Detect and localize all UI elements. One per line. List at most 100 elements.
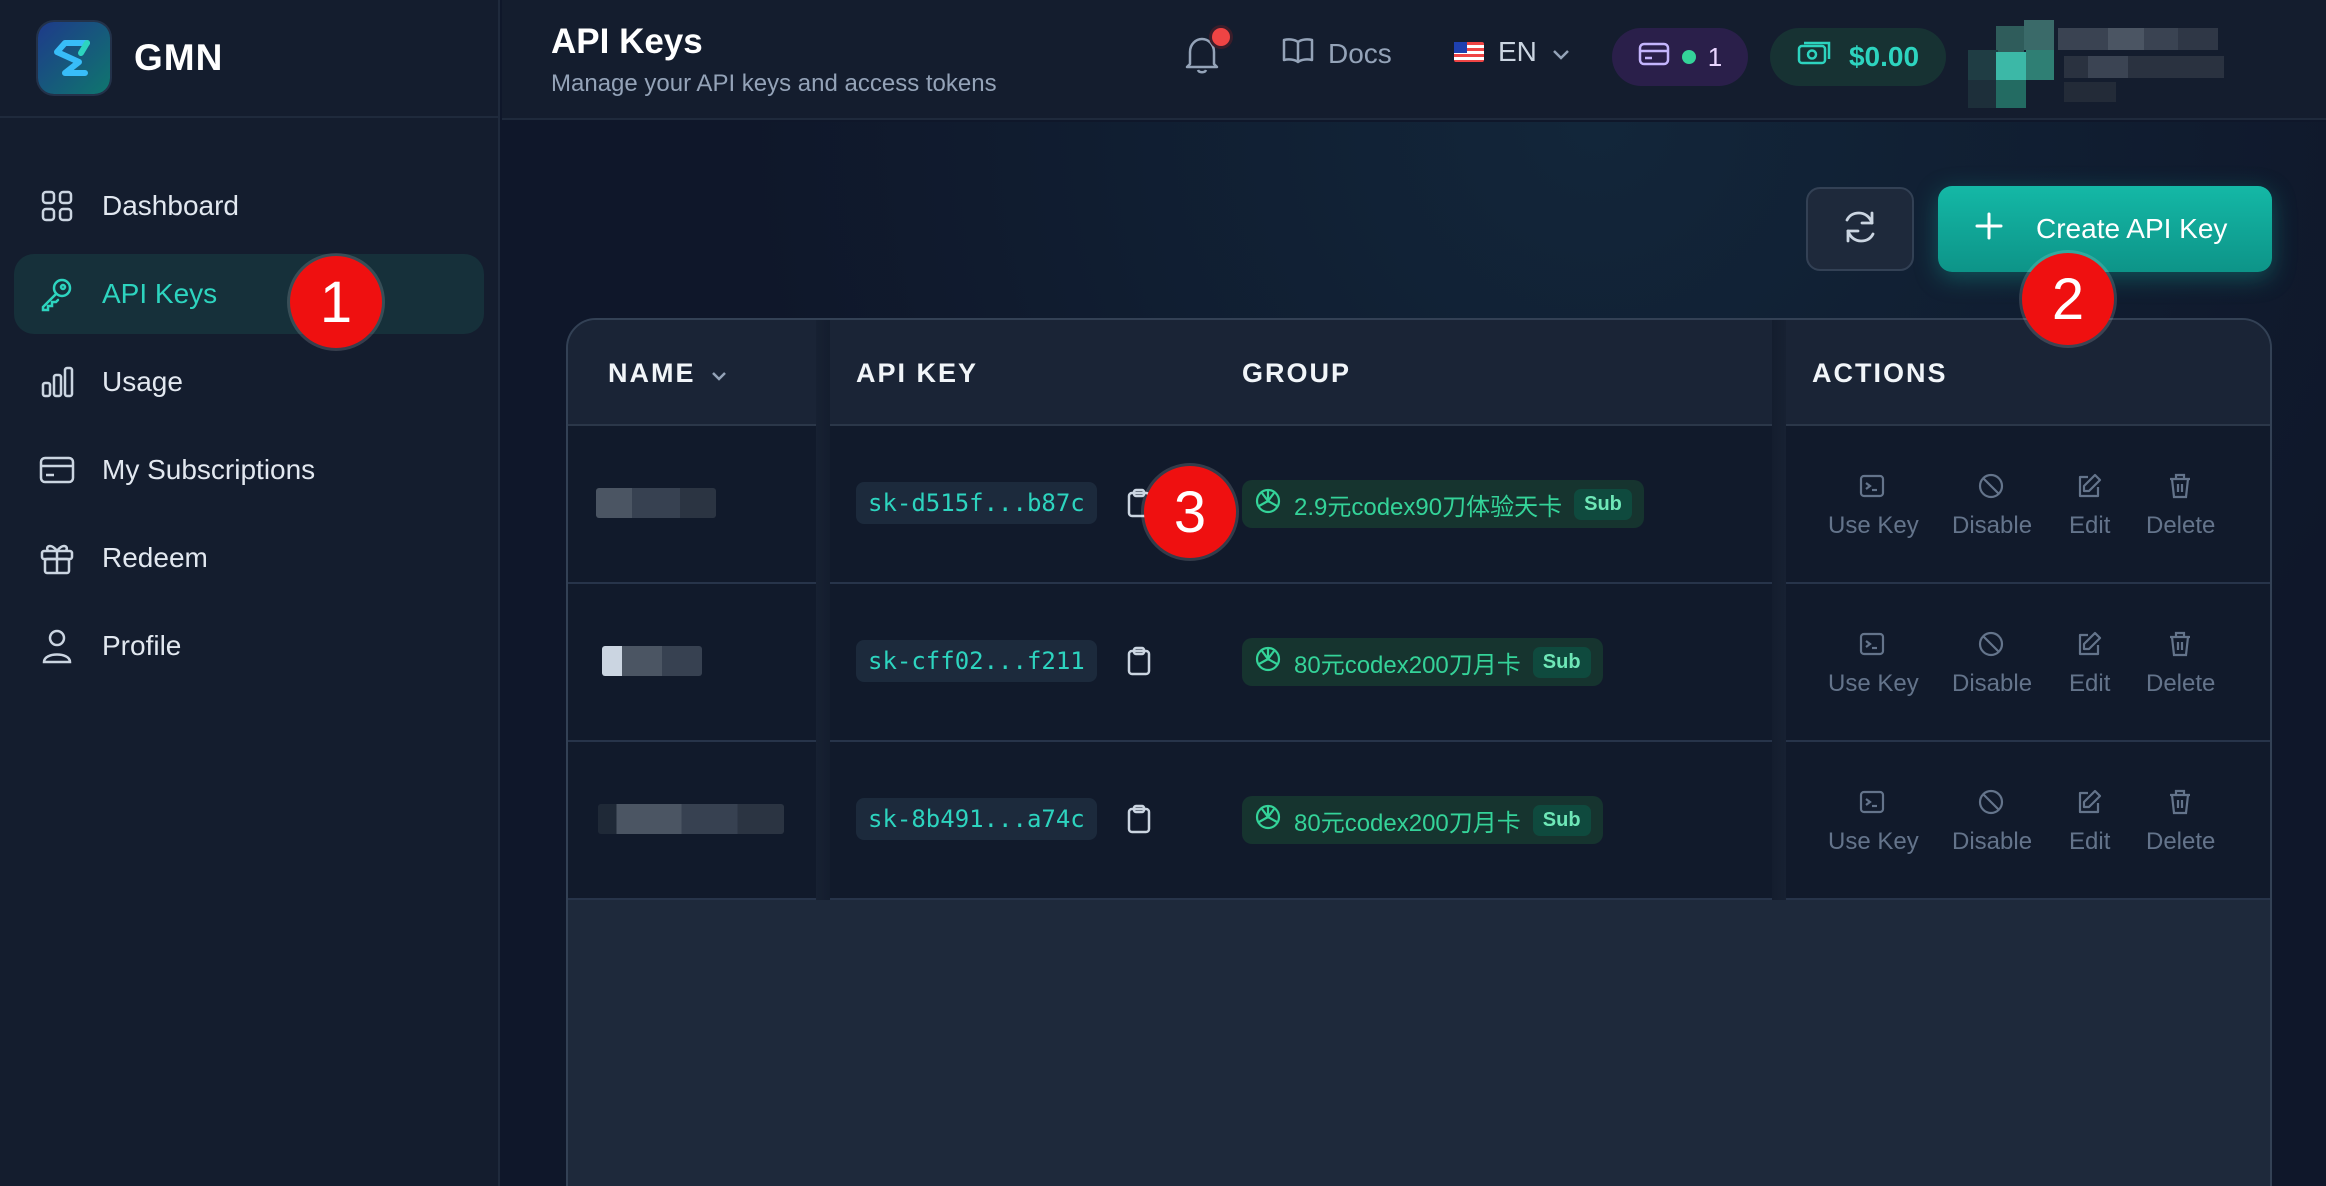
chevron-down-icon xyxy=(710,358,728,389)
sub-badge: Sub xyxy=(1574,488,1632,520)
use-key-action[interactable]: Use Key xyxy=(1828,472,1919,540)
disable-action[interactable]: Disable xyxy=(1952,788,2032,856)
use-key-action[interactable]: Use Key xyxy=(1828,788,1919,856)
edit-action[interactable]: Edit xyxy=(2069,788,2110,856)
group-name: 2.9元codex90刀体验天卡 xyxy=(1294,493,1563,521)
subscription-pill[interactable]: 1 xyxy=(1612,28,1748,86)
step-marker-2: 2 xyxy=(2022,253,2114,345)
grid-icon xyxy=(38,187,76,225)
create-api-key-button[interactable]: Create API Key xyxy=(1938,186,2272,272)
ban-icon xyxy=(1977,788,2007,818)
key-name-redacted xyxy=(596,488,716,518)
api-keys-table: NAME API KEY GROUP ACTIONS sk-d515f...b8… xyxy=(566,318,2272,1186)
plus-icon xyxy=(1974,211,2004,248)
terminal-icon xyxy=(1858,788,1888,818)
api-key-value: sk-d515f...b87c xyxy=(856,482,1097,524)
column-divider xyxy=(816,320,830,900)
delete-action[interactable]: Delete xyxy=(2146,472,2215,540)
sidebar-item-usage[interactable]: Usage xyxy=(14,342,484,422)
use-key-label: Use Key xyxy=(1828,670,1919,697)
use-key-action[interactable]: Use Key xyxy=(1828,630,1919,698)
use-key-label: Use Key xyxy=(1828,828,1919,855)
brand-name: GMN xyxy=(134,37,224,78)
chevron-down-icon xyxy=(1551,36,1571,68)
docs-label: Docs xyxy=(1328,37,1392,69)
terminal-icon xyxy=(1858,630,1888,660)
column-header-name[interactable]: NAME xyxy=(608,358,728,389)
trash-icon xyxy=(2166,788,2196,818)
refresh-icon xyxy=(1841,208,1879,251)
cash-icon xyxy=(1797,41,1831,74)
sidebar-item-profile[interactable]: Profile xyxy=(14,606,484,686)
edit-action[interactable]: Edit xyxy=(2069,472,2110,540)
column-header-group: GROUP xyxy=(1242,358,1352,388)
terminal-icon xyxy=(1858,472,1888,502)
key-name-redacted xyxy=(602,646,702,676)
sidebar-item-label: Dashboard xyxy=(102,190,239,221)
key-name-redacted xyxy=(598,804,784,834)
edit-icon xyxy=(2075,472,2105,502)
page-subtitle: Manage your API keys and access tokens xyxy=(551,70,997,97)
clipboard-icon[interactable] xyxy=(1126,646,1156,678)
sidebar-item-redeem[interactable]: Redeem xyxy=(14,518,484,598)
delete-action[interactable]: Delete xyxy=(2146,788,2215,856)
book-icon xyxy=(1282,36,1314,71)
user-avatar[interactable] xyxy=(1968,20,2258,112)
balance-pill[interactable]: $0.00 xyxy=(1770,28,1946,86)
sidebar-item-label: Profile xyxy=(102,630,182,661)
table-empty-area xyxy=(568,900,2270,1186)
subscription-count: 1 xyxy=(1707,41,1723,72)
notification-bell-icon[interactable] xyxy=(1184,28,1230,78)
openai-icon xyxy=(1254,645,1282,680)
delete-label: Delete xyxy=(2146,512,2216,539)
column-divider xyxy=(1772,320,1786,900)
group-name: 80元codex200刀月卡 xyxy=(1294,651,1521,679)
api-key-value: sk-8b491...a74c xyxy=(856,798,1097,840)
trash-icon xyxy=(2166,472,2196,502)
sidebar-item-dashboard[interactable]: Dashboard xyxy=(14,166,484,246)
credit-card-icon xyxy=(38,451,76,489)
s-logo-icon xyxy=(38,22,110,94)
sidebar-item-label: My Subscriptions xyxy=(102,454,316,485)
edit-icon xyxy=(2075,630,2105,660)
delete-action[interactable]: Delete xyxy=(2146,630,2215,698)
brand[interactable]: GMN xyxy=(0,0,498,118)
column-header-api-key: API KEY xyxy=(856,358,979,388)
group-chip: 80元codex200刀月卡 Sub xyxy=(1242,638,1603,686)
sidebar-item-label: Usage xyxy=(102,366,183,397)
openai-icon xyxy=(1254,803,1282,838)
user-icon xyxy=(38,627,76,665)
docs-link[interactable]: Docs xyxy=(1282,36,1392,71)
edit-action[interactable]: Edit xyxy=(2069,630,2110,698)
disable-action[interactable]: Disable xyxy=(1952,630,2032,698)
trash-icon xyxy=(2166,630,2196,660)
edit-icon xyxy=(2075,788,2105,818)
disable-label: Disable xyxy=(1952,670,2033,697)
sidebar-item-label: Redeem xyxy=(102,542,208,573)
active-status-dot xyxy=(1681,50,1696,64)
edit-label: Edit xyxy=(2069,512,2111,539)
clipboard-icon[interactable] xyxy=(1126,804,1156,836)
notification-dot xyxy=(1212,28,1230,46)
api-key-value: sk-cff02...f211 xyxy=(856,640,1097,682)
sub-badge: Sub xyxy=(1532,646,1591,678)
create-api-key-label: Create API Key xyxy=(2036,213,2228,244)
openai-icon xyxy=(1254,487,1282,522)
use-key-label: Use Key xyxy=(1828,512,1919,539)
disable-action[interactable]: Disable xyxy=(1952,472,2032,540)
sidebar-nav: Dashboard API Keys Usage My Subscription… xyxy=(0,118,498,686)
sidebar-item-api-keys[interactable]: API Keys xyxy=(14,254,484,334)
bar-chart-icon xyxy=(38,363,76,401)
refresh-button[interactable] xyxy=(1806,187,1914,271)
edit-label: Edit xyxy=(2069,670,2111,697)
disable-label: Disable xyxy=(1952,512,2033,539)
sidebar-item-label: API Keys xyxy=(102,278,218,309)
key-icon xyxy=(38,275,76,313)
page-title: API Keys xyxy=(551,22,703,61)
delete-label: Delete xyxy=(2146,670,2216,697)
sidebar-item-my-subscriptions[interactable]: My Subscriptions xyxy=(14,430,484,510)
top-header: API Keys Manage your API keys and access… xyxy=(502,0,2326,120)
group-name: 80元codex200刀月卡 xyxy=(1294,809,1521,837)
step-marker-1: 1 xyxy=(290,256,382,348)
language-selector[interactable]: EN xyxy=(1454,36,1571,68)
